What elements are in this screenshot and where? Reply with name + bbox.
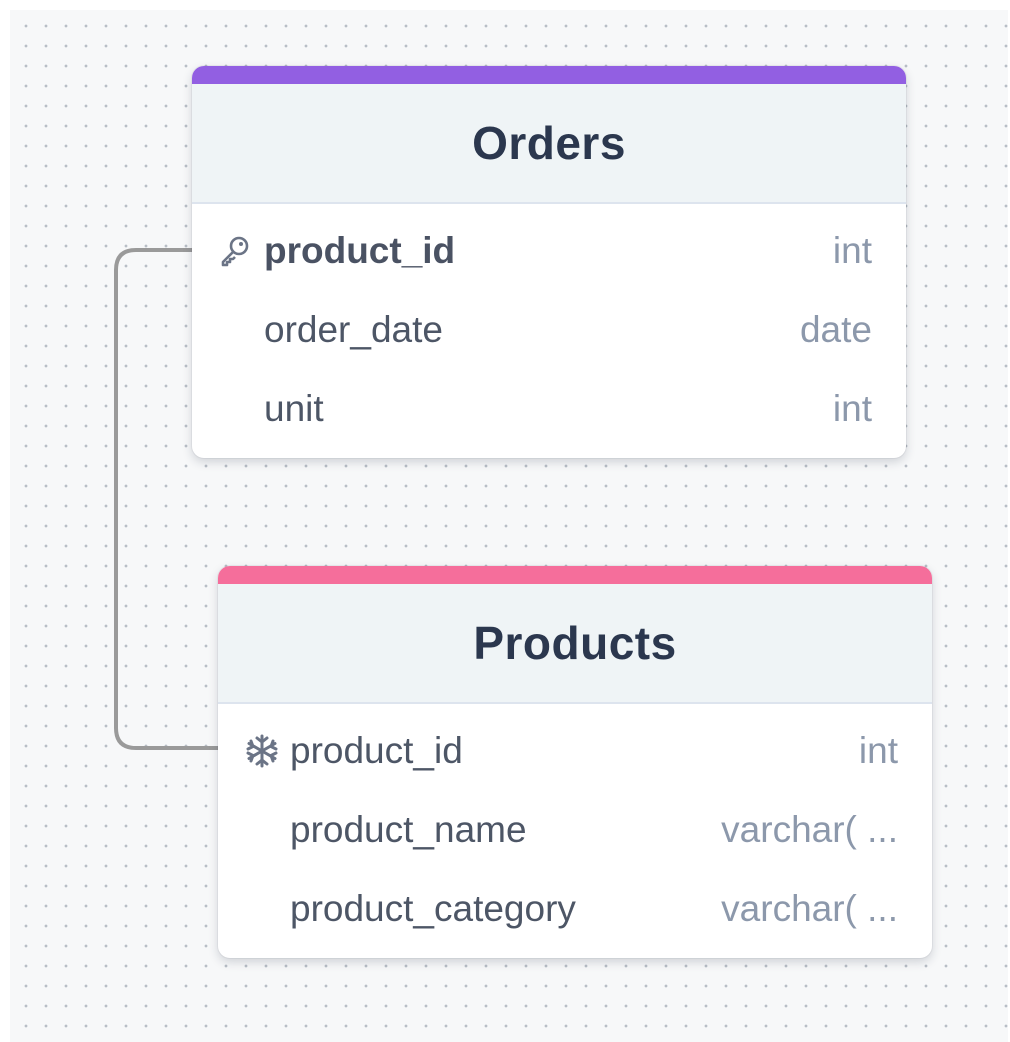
snowflake-icon <box>244 733 290 769</box>
orders-field-list: product_id int order_date date unit int <box>192 204 906 448</box>
field-name: unit <box>264 387 324 429</box>
field-type: varchar( ... <box>721 808 898 850</box>
field-name: order_date <box>264 308 443 350</box>
field-type: date <box>799 308 872 350</box>
products-row-product-category[interactable]: product_category varchar( ... <box>218 869 932 948</box>
orders-table-header[interactable]: Orders <box>192 84 906 204</box>
orders-table[interactable]: Orders product_id int order_date date un… <box>192 66 906 458</box>
field-name: product_id <box>290 729 463 771</box>
field-type: int <box>832 387 872 429</box>
field-name: product_name <box>290 808 527 850</box>
orders-row-unit[interactable]: unit int <box>192 369 906 448</box>
products-field-list: product_id int product_name varchar( ...… <box>218 704 932 948</box>
field-name: product_id <box>264 229 456 271</box>
orders-table-title: Orders <box>472 117 626 169</box>
orders-row-product-id[interactable]: product_id int <box>192 211 906 290</box>
field-type: varchar( ... <box>721 887 898 929</box>
products-table-title: Products <box>473 617 677 669</box>
key-icon <box>218 234 264 268</box>
orders-row-order-date[interactable]: order_date date <box>192 290 906 369</box>
orders-accent-bar <box>192 66 906 84</box>
field-type: int <box>858 729 898 771</box>
products-table-header[interactable]: Products <box>218 584 932 704</box>
products-row-product-name[interactable]: product_name varchar( ... <box>218 790 932 869</box>
products-accent-bar <box>218 566 932 584</box>
field-type: int <box>832 229 872 271</box>
products-row-product-id[interactable]: product_id int <box>218 711 932 790</box>
field-name: product_category <box>290 887 576 929</box>
products-table[interactable]: Products product_id int product_name var… <box>218 566 932 958</box>
